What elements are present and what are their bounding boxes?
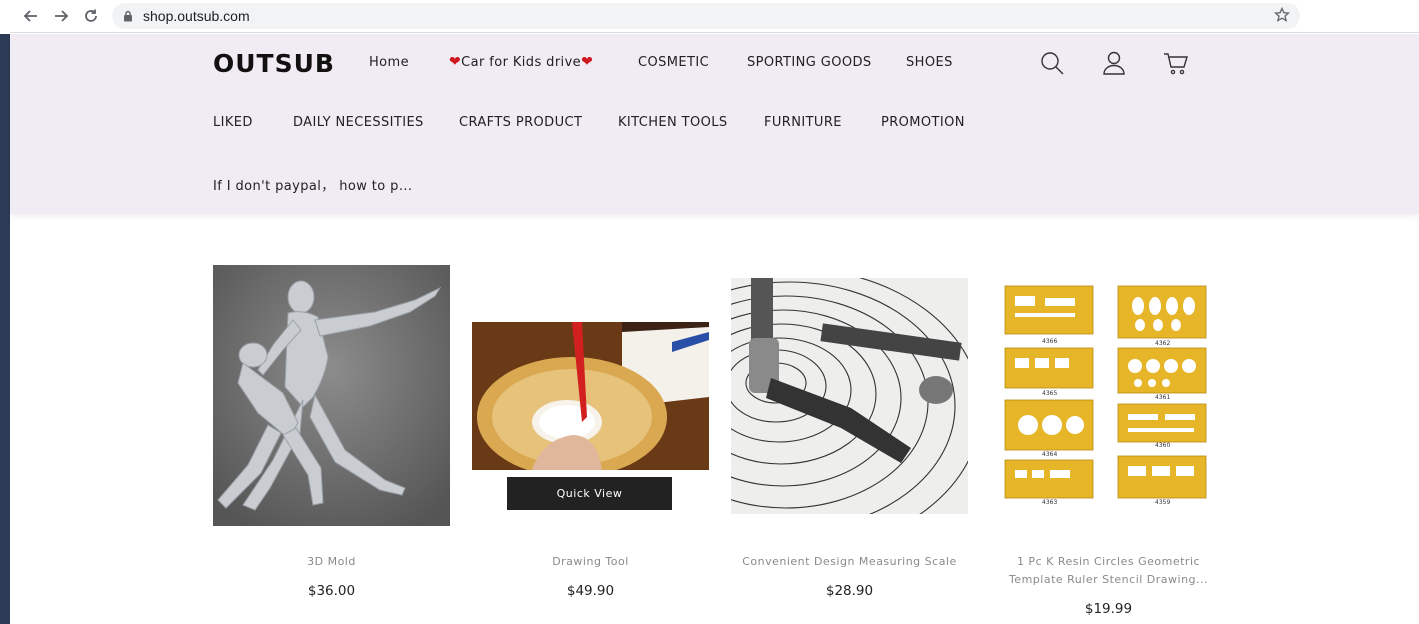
stencil-code: 4364 [1042, 451, 1057, 458]
nav-daily-necessities[interactable]: DAILY NECESSITIES [293, 115, 424, 130]
product-image-drawing-tool[interactable] [472, 322, 709, 470]
browser-toolbar: shop.outsub.com [0, 0, 1419, 33]
site-logo[interactable]: OUTSUB [213, 49, 335, 78]
nav-cosmetic[interactable]: COSMETIC [638, 55, 709, 70]
nav-car-for-kids-label: Car for Kids drive [461, 55, 582, 70]
nav-home[interactable]: Home [369, 55, 409, 70]
bookmark-star-icon[interactable] [1274, 7, 1290, 23]
window-edge [0, 0, 10, 624]
stencil-code: 4359 [1155, 499, 1170, 506]
heart-icon: ❤ [449, 54, 462, 70]
stencil-code: 4361 [1155, 394, 1170, 401]
cart-icon[interactable] [1163, 50, 1189, 76]
product-name[interactable]: 3D Mold [213, 553, 450, 571]
product-image-stencils[interactable]: 4366 4362 4365 4361 4364 4360 4363 4359 [990, 278, 1227, 514]
stencil-code: 4363 [1042, 499, 1057, 506]
product-price: $49.90 [566, 583, 615, 599]
nav-car-for-kids[interactable]: ❤Car for Kids drive❤ [449, 54, 593, 70]
product-image-3d-mold[interactable] [213, 265, 450, 526]
product-name[interactable]: Convenient Design Measuring Scale [731, 553, 968, 571]
account-icon[interactable] [1101, 50, 1127, 76]
stencil-code: 4360 [1155, 442, 1170, 449]
product-image-measuring-scale[interactable] [731, 278, 968, 514]
product-price: $36.00 [307, 583, 356, 599]
product-price: $28.90 [825, 583, 874, 599]
nav-shoes[interactable]: SHOES [906, 55, 953, 70]
stencil-code: 4366 [1042, 338, 1057, 345]
nav-furniture[interactable]: FURNITURE [764, 115, 842, 130]
nav-kitchen-tools[interactable]: KITCHEN TOOLS [618, 115, 728, 130]
lock-icon [124, 10, 132, 22]
nav-crafts-product[interactable]: CRAFTS PRODUCT [459, 115, 582, 130]
product-price: $19.99 [1084, 601, 1133, 617]
forward-icon[interactable] [50, 5, 72, 27]
product-name[interactable]: 1 Pc K Resin Circles Geometric Template … [990, 553, 1227, 589]
stencil-code: 4362 [1155, 340, 1170, 347]
reload-icon[interactable] [80, 5, 102, 27]
product-name[interactable]: Drawing Tool [472, 553, 709, 571]
address-bar[interactable]: shop.outsub.com [112, 3, 1300, 29]
back-icon[interactable] [20, 5, 42, 27]
url-text: shop.outsub.com [143, 8, 250, 24]
nav-sporting-goods[interactable]: SPORTING GOODS [747, 55, 872, 70]
quick-view-button[interactable]: Quick View [507, 477, 672, 510]
nav-promotion[interactable]: PROMOTION [881, 115, 965, 130]
site-header: OUTSUB Home ❤Car for Kids drive❤ COSMETI… [10, 34, 1419, 214]
nav-liked[interactable]: LIKED [213, 115, 253, 130]
search-icon[interactable] [1039, 50, 1065, 76]
stencil-code: 4365 [1042, 390, 1057, 397]
nav-paypal-help[interactable]: If I don't paypal， how to p... [213, 175, 412, 194]
heart-icon: ❤ [581, 54, 594, 70]
